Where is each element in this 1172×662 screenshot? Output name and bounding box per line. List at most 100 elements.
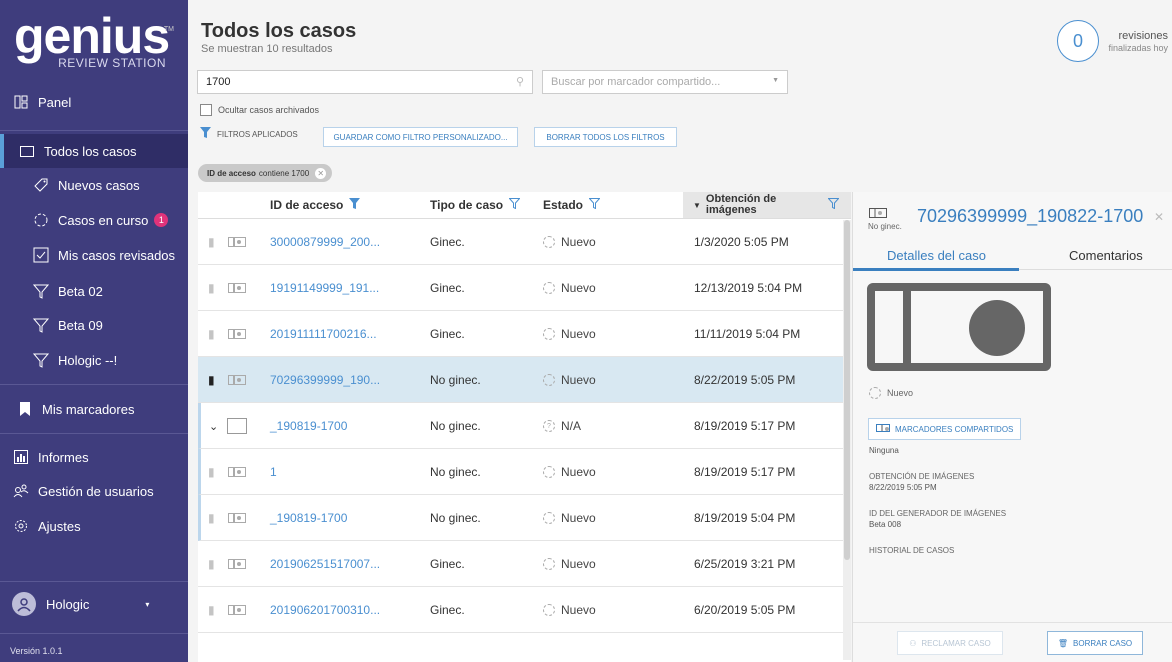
- nav-user-management[interactable]: Gestión de usuarios: [0, 474, 188, 508]
- filter-icon: [200, 127, 211, 141]
- scrollbar-thumb[interactable]: [844, 220, 850, 560]
- access-id[interactable]: _190819-1700: [270, 495, 347, 541]
- bookmark-icon[interactable]: ▮: [208, 587, 215, 633]
- case-state-label: Nuevo: [561, 281, 596, 295]
- results-count: Se muestran 10 resultados: [201, 43, 333, 55]
- access-id[interactable]: _190819-1700: [270, 403, 347, 449]
- table-row[interactable]: ▮ 201906201700310... Ginec. Nuevo 6/20/2…: [198, 587, 851, 633]
- table-row[interactable]: ▮ 201911111700216... Ginec. Nuevo 11/11/…: [198, 311, 851, 357]
- cassette-bar: [903, 283, 911, 371]
- bookmark-icon[interactable]: ▮: [208, 219, 215, 265]
- tab-comments[interactable]: Comentarios: [1069, 248, 1143, 263]
- header-case-type[interactable]: Tipo de caso: [430, 192, 521, 219]
- table-row-selected[interactable]: ▮ 70296399999_190... No ginec. Nuevo 8/2…: [198, 357, 851, 403]
- header-state-label: Estado: [543, 198, 584, 212]
- table-row[interactable]: ▮ 201906251517007... Ginec. Nuevo 6/25/2…: [198, 541, 851, 587]
- nav-reports[interactable]: Informes: [0, 440, 188, 474]
- nav-my-reviewed[interactable]: Mis casos revisados: [0, 238, 188, 272]
- clear-filters-button[interactable]: BORRAR TODOS LOS FILTROS: [534, 127, 677, 147]
- case-state: ? N/A: [543, 403, 581, 449]
- reports-icon: [12, 448, 30, 466]
- cassette-icon: [228, 311, 246, 357]
- table-scrollbar[interactable]: [843, 220, 851, 660]
- search-input[interactable]: 1700 ⚲: [197, 70, 533, 94]
- table-row[interactable]: ▮ 19191149999_191... Ginec. Nuevo 12/13/…: [198, 265, 851, 311]
- claim-case-button[interactable]: ⚇ RECLAMAR CASO: [897, 631, 1003, 655]
- access-id[interactable]: 30000879999_200...: [270, 219, 380, 265]
- filter-chip[interactable]: ID de acceso contiene 1700 ✕: [198, 164, 333, 182]
- cassette-icon: [869, 208, 887, 218]
- generator-id-label: ID DEL GENERADOR DE IMÁGENES: [869, 509, 1007, 518]
- delete-case-label: BORRAR CASO: [1073, 638, 1133, 648]
- access-id[interactable]: 201911111700216...: [270, 311, 377, 357]
- review-count: 0: [1057, 20, 1099, 62]
- access-id[interactable]: 201906251517007...: [270, 541, 380, 587]
- chevron-down-icon[interactable]: ⌄: [209, 403, 218, 449]
- new-state-icon: [543, 466, 555, 478]
- access-id[interactable]: 19191149999_191...: [270, 265, 379, 311]
- bookmark-icon[interactable]: ▮: [208, 541, 215, 587]
- version-label: Versión 1.0.1: [10, 646, 63, 656]
- checkbox-box: [200, 104, 212, 116]
- nav-in-progress[interactable]: Casos en curso 1: [0, 203, 188, 237]
- table-row[interactable]: ▮ _190819-1700 No ginec. Nuevo 8/19/2019…: [198, 495, 851, 541]
- nav-panel-label: Panel: [38, 94, 72, 110]
- nav-all-cases[interactable]: Todos los casos: [0, 134, 188, 168]
- bookmark-icon[interactable]: ▮: [208, 357, 215, 403]
- nav-bookmarks-label: Mis marcadores: [42, 401, 135, 417]
- logo-trademark: TM: [163, 26, 174, 33]
- trash-icon: 🗑: [1057, 638, 1069, 648]
- search-value: 1700: [206, 76, 231, 88]
- table-row[interactable]: ▮ 1 No ginec. Nuevo 8/19/2019 5:17 PM: [198, 449, 851, 495]
- delete-case-button[interactable]: 🗑 BORRAR CASO: [1047, 631, 1143, 655]
- cassette-icon: [228, 265, 246, 311]
- bookmark-icon[interactable]: ▮: [208, 265, 215, 311]
- access-id[interactable]: 1: [270, 449, 277, 495]
- page-title: Todos los casos: [201, 20, 357, 42]
- tab-case-details[interactable]: Detalles del caso: [887, 248, 986, 263]
- nav-filter-beta09[interactable]: Beta 09: [0, 308, 188, 342]
- divider: [0, 433, 188, 434]
- access-id[interactable]: 70296399999_190...: [270, 357, 380, 403]
- filter-icon[interactable]: [588, 198, 601, 212]
- nav-new-cases[interactable]: Nuevos casos: [0, 168, 188, 202]
- nav-filter-hologic[interactable]: Hologic --!: [0, 343, 188, 377]
- header-state[interactable]: Estado: [543, 192, 601, 219]
- header-access-id[interactable]: ID de acceso: [270, 192, 361, 219]
- bookmark-icon[interactable]: ▮: [208, 495, 215, 541]
- case-state-label: Nuevo: [561, 327, 596, 341]
- case-type-label: No ginec.: [868, 222, 902, 231]
- filter-icon[interactable]: [349, 198, 361, 212]
- new-state-icon: [543, 374, 555, 386]
- case-state: Nuevo: [543, 495, 596, 541]
- logo-subtitle: REVIEW STATION: [58, 56, 166, 70]
- access-id[interactable]: 201906201700310...: [270, 587, 380, 633]
- filter-icon[interactable]: [508, 198, 521, 212]
- nav-settings[interactable]: Ajustes: [0, 509, 188, 543]
- table-row-group[interactable]: ⌄ _190819-1700 No ginec. ? N/A 8/19/2019 …: [198, 403, 851, 449]
- filter-icon: [32, 282, 50, 300]
- chevron-down-icon: ▾: [145, 599, 150, 609]
- divider: [0, 633, 188, 634]
- active-tab-indicator: [853, 268, 1019, 271]
- case-state-label: Nuevo: [561, 557, 596, 571]
- save-filter-button[interactable]: GUARDAR COMO FILTRO PERSONALIZADO...: [323, 127, 518, 147]
- nav-bookmarks[interactable]: Mis marcadores: [0, 392, 188, 426]
- header-imaging-date[interactable]: ▼ Obtención de imágenes: [683, 192, 851, 219]
- nav-filter-beta02[interactable]: Beta 02: [0, 274, 188, 308]
- close-icon[interactable]: ✕: [315, 167, 327, 179]
- new-state-icon: [543, 282, 555, 294]
- bookmark-icon[interactable]: ▮: [208, 311, 215, 357]
- user-menu[interactable]: Hologic ▾: [12, 592, 149, 616]
- imaging-date: 6/20/2019 5:05 PM: [694, 603, 796, 617]
- nav-panel[interactable]: Panel: [0, 85, 188, 119]
- shared-tag-search[interactable]: Buscar por marcador compartido... ▼: [542, 70, 788, 94]
- bookmark-icon[interactable]: ▮: [208, 449, 215, 495]
- case-state-label: Nuevo: [561, 603, 596, 617]
- close-icon[interactable]: ✕: [1154, 210, 1164, 224]
- table-row[interactable]: ▮ 30000879999_200... Ginec. Nuevo 1/3/20…: [198, 219, 851, 265]
- shared-bookmarks-button[interactable]: MARCADORES COMPARTIDOS: [868, 418, 1022, 440]
- filter-icon[interactable]: [827, 198, 840, 212]
- imaging-label: OBTENCIÓN DE IMÁGENES: [869, 472, 975, 481]
- hide-archived-checkbox[interactable]: Ocultar casos archivados: [200, 104, 319, 116]
